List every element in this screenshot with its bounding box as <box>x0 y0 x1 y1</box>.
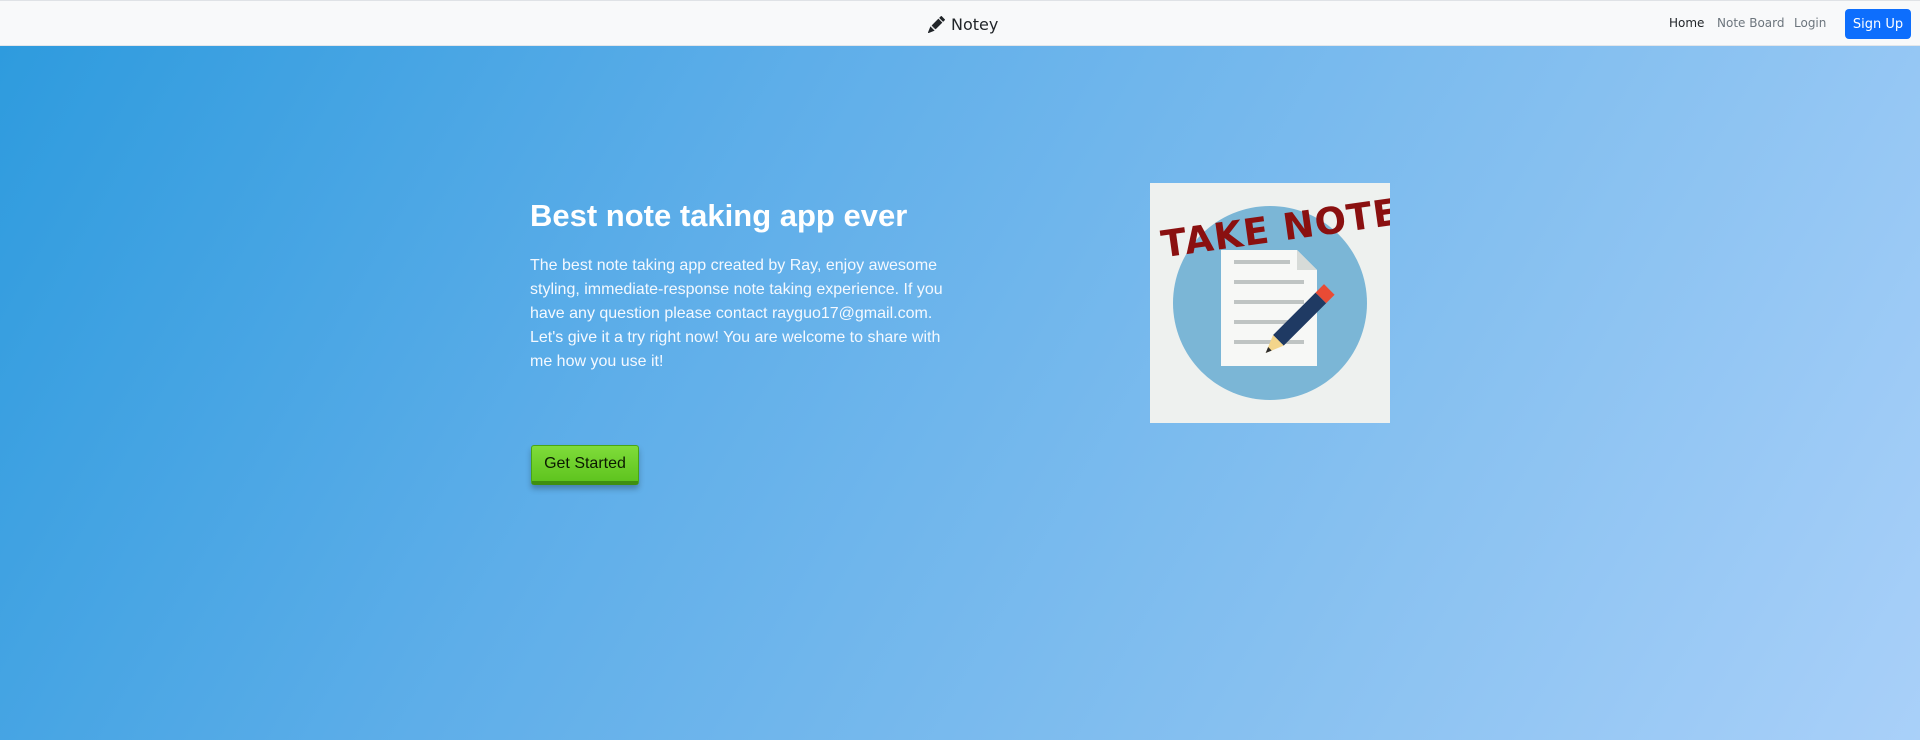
get-started-button[interactable]: Get Started <box>531 445 639 485</box>
brand-name: Notey <box>951 14 999 34</box>
nav-home[interactable]: Home <box>1669 16 1704 30</box>
take-note-logo: TAKE NOTE <box>1150 183 1390 423</box>
hero-description: The best note taking app created by Ray,… <box>530 257 943 370</box>
nav-login[interactable]: Login <box>1794 16 1826 30</box>
top-navbar: Notey Home Note Board Login Sign Up <box>0 0 1920 46</box>
hero-section: Best note taking app ever The best note … <box>0 46 1920 740</box>
brand-link[interactable]: Notey <box>928 13 998 35</box>
nav-note-board[interactable]: Note Board <box>1717 16 1785 30</box>
pencil-icon <box>928 15 945 33</box>
hero-title: Best note taking app ever <box>530 198 908 233</box>
sign-up-button[interactable]: Sign Up <box>1845 9 1911 39</box>
